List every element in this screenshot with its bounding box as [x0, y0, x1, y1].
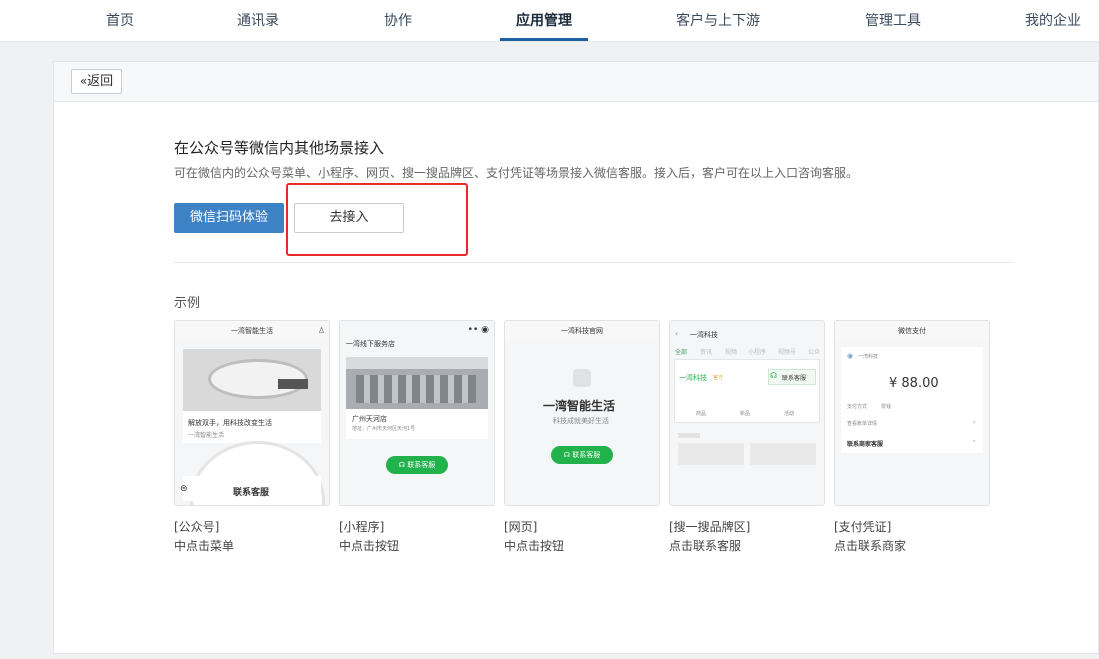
brand-logo-icon [573, 369, 591, 387]
example-hint: 点击联系客服 [669, 539, 742, 553]
example-thumb-mini-program: •• ◉ 一湾线下服务店 广州天河店 地址：广州市天河区天河1号 ☊ 联系客服 [339, 320, 495, 506]
examples-label: 示例 [174, 296, 201, 311]
nav-active-indicator [500, 38, 588, 41]
example-hint: 中点击菜单 [174, 539, 235, 553]
mini-contact-button: ☊ 联系客服 [386, 456, 448, 474]
nav-item-collaboration[interactable]: 协作 [384, 0, 412, 42]
store-image [346, 357, 488, 409]
back-arrow-icon: ‹ [675, 329, 679, 338]
nav-item-customers[interactable]: 客户与上下游 [676, 0, 760, 42]
mp-caption: 解放双手，用科技改变生活 [188, 419, 272, 427]
more-close-icon: •• ◉ [467, 325, 489, 335]
pay-contact-link: 联系商家客服 [847, 441, 884, 448]
headset-icon: ☊ [398, 461, 408, 469]
product-image [183, 349, 321, 411]
example-thumb-web: 一湾科技官网 一湾智能生活 科技成就美好生活 ☊ 联系客服 [504, 320, 660, 506]
keyboard-icon: ⊜ [180, 484, 188, 494]
example-tag: [支付凭证] [834, 520, 892, 534]
nav-item-contacts[interactable]: 通讯录 [237, 0, 279, 42]
example-hint: 中点击按钮 [339, 539, 400, 553]
example-tag: [小程序] [339, 520, 385, 534]
example-thumb-official-account: 一湾智能生活 ♙ 解放双手，用科技改变生活 一湾智能生活 ⊜ 联系客服 [174, 320, 330, 506]
chevron-right-icon: › [973, 438, 976, 445]
back-label: 返回 [87, 74, 114, 89]
example-tag: [搜一搜品牌区] [669, 520, 751, 534]
example-hint: 点击联系商家 [834, 539, 907, 553]
scan-experience-button[interactable]: 微信扫码体验 [174, 203, 284, 233]
search-contact-button: 联系客服 [782, 375, 807, 382]
example-thumb-payment: 微信支付 ◉ 一湾科技 ¥ 88.00 支付方式 零钱 查看账单详情 › 联系商… [834, 320, 990, 506]
pay-amount: ¥ 88.00 [889, 376, 939, 391]
search-brand: 一湾科技 [679, 374, 707, 382]
divider [174, 262, 1014, 263]
content-card: «返回 在公众号等微信内其他场景接入 可在微信内的公众号菜单、小程序、网页、搜一… [53, 61, 1099, 654]
web-slogan: 科技成就美好生活 [553, 417, 609, 425]
nav-item-my-enterprise[interactable]: 我的企业 [1025, 0, 1081, 42]
search-header: 一湾科技 [690, 331, 718, 339]
back-button[interactable]: «返回 [71, 69, 122, 94]
example-tag: [网页] [504, 520, 538, 534]
thumb-header: 一湾科技官网 [505, 321, 659, 341]
nav-item-app-management[interactable]: 应用管理 [516, 0, 572, 42]
web-contact-button: ☊ 联系客服 [551, 446, 613, 464]
mp-menu-item: 联系客服 [233, 488, 270, 498]
highlight-annotation [286, 183, 468, 256]
headset-icon: ☊ [563, 451, 573, 459]
store-name: 广州天河店 [352, 415, 387, 423]
top-nav: 首页 通讯录 协作 应用管理 客户与上下游 管理工具 我的企业 [0, 0, 1099, 42]
mini-header: 一湾线下服务店 [346, 340, 395, 348]
thumb-header: 一湾智能生活 [175, 321, 329, 341]
thumb-header: 微信支付 [835, 321, 989, 341]
web-brand: 一湾智能生活 [543, 399, 616, 413]
merchant-icon: ◉ [847, 352, 854, 360]
section-description: 可在微信内的公众号菜单、小程序、网页、搜一搜品牌区、支付凭证等场景接入微信客服。… [174, 166, 859, 180]
nav-item-management-tools[interactable]: 管理工具 [865, 0, 921, 42]
person-icon: ♙ [317, 326, 325, 335]
nav-item-home[interactable]: 首页 [106, 0, 134, 42]
chevron-right-icon: › [973, 419, 976, 426]
example-thumb-search-brand: ‹ 一湾科技 全部 资讯 视频 小程序 视频号 公众 一湾科技 官方 ☊ 联系客… [669, 320, 825, 506]
mp-sub: 一湾智能生活 [188, 432, 225, 439]
example-tag: [公众号] [174, 520, 220, 534]
store-address: 地址：广州市天河区天河1号 [352, 426, 416, 432]
card-header: «返回 [54, 62, 1098, 102]
example-hint: 中点击按钮 [504, 539, 565, 553]
section-title: 在公众号等微信内其他场景接入 [174, 139, 385, 157]
headset-icon: ☊ [770, 371, 778, 380]
